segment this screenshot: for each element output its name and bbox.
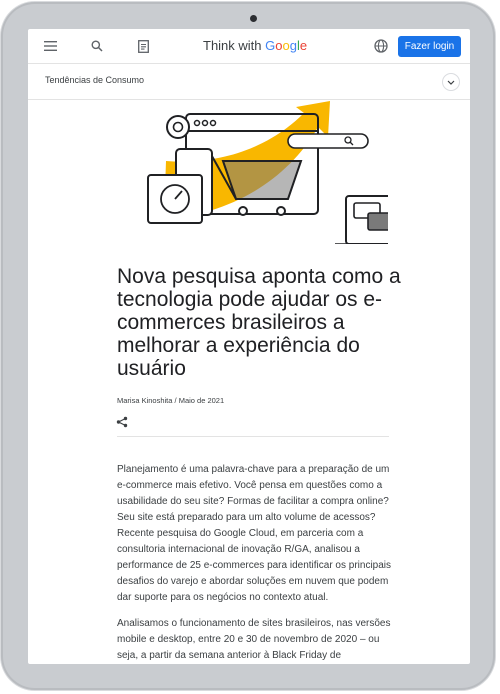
article-paragraph: Analisamos o funcionamento de sites bras… bbox=[117, 618, 391, 661]
article-icon[interactable] bbox=[134, 37, 152, 55]
brand-letter: g bbox=[289, 38, 297, 53]
share-icon[interactable] bbox=[116, 415, 128, 428]
category-link[interactable]: Tendências de Consumo bbox=[45, 75, 144, 85]
window-dot bbox=[201, 119, 209, 127]
chevron-down-icon[interactable] bbox=[442, 73, 460, 91]
search-icon[interactable] bbox=[88, 37, 106, 55]
brand-prefix: Think with bbox=[203, 38, 262, 53]
window-dot bbox=[193, 119, 201, 127]
cart-wheel bbox=[276, 206, 286, 216]
article-paragraph: Planejamento é uma palavra-chave para a … bbox=[117, 464, 392, 603]
article-byline: Marisa Kinoshita / Maio de 2021 bbox=[117, 396, 225, 405]
brand-letter: e bbox=[299, 38, 308, 53]
category-bar: Tendências de Consumo bbox=[28, 64, 470, 100]
brand-letter: G bbox=[265, 38, 276, 53]
brand-logo[interactable]: Think with Google bbox=[203, 38, 307, 53]
search-bar-shape bbox=[287, 133, 369, 149]
globe-icon[interactable] bbox=[372, 37, 390, 55]
screen: Think with Google Fazer login Tendências… bbox=[28, 29, 470, 664]
menu-icon[interactable] bbox=[41, 37, 59, 55]
login-button[interactable]: Fazer login bbox=[398, 36, 461, 57]
chat-bubble bbox=[367, 212, 388, 231]
brand-letter: o bbox=[282, 38, 290, 53]
camera-dot bbox=[250, 15, 257, 22]
article-title: Nova pesquisa aponta como a tecnologia p… bbox=[117, 265, 401, 380]
window-dot bbox=[209, 119, 217, 127]
cart-wheel bbox=[238, 206, 248, 216]
brand-letter: o bbox=[275, 38, 283, 53]
gear-shape bbox=[166, 115, 190, 139]
hero-illustration bbox=[147, 101, 388, 244]
shopping-cart-basket bbox=[221, 160, 303, 200]
top-navigation-bar: Think with Google Fazer login bbox=[28, 29, 470, 64]
divider bbox=[117, 436, 389, 437]
